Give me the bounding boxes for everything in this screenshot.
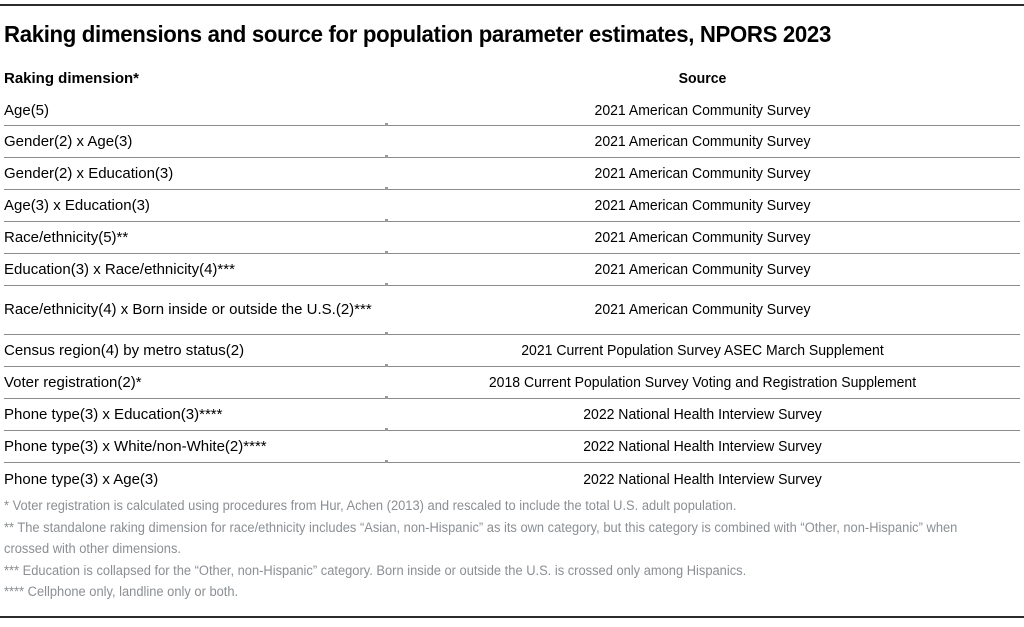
cell-source: 2022 National Health Interview Survey — [583, 405, 822, 423]
table-row: Phone type(3) x Education(3)**** 2022 Na… — [4, 399, 1020, 431]
cell-dimension: Age(3) x Education(3) — [4, 196, 150, 214]
footnote-4: **** Cellphone only, landline only or bo… — [4, 584, 239, 599]
table-row: Voter registration(2)* 2018 Current Popu… — [4, 367, 1020, 399]
table-row: Gender(2) x Age(3) 2021 American Communi… — [4, 126, 1020, 158]
cell-source: 2021 American Community Survey — [594, 101, 811, 119]
cell-dimension: Gender(2) x Education(3) — [4, 164, 174, 182]
cell-source: 2021 American Community Survey — [594, 301, 811, 318]
cell-source: 2021 American Community Survey — [594, 260, 811, 278]
table-row: Age(5) 2021 American Community Survey — [4, 96, 1020, 126]
cell-source: 2018 Current Population Survey Voting an… — [488, 373, 917, 391]
cell-dimension: Race/ethnicity(5)** — [4, 228, 129, 246]
cell-source: 2021 Current Population Survey ASEC Marc… — [521, 341, 884, 359]
footnote-2: ** The standalone raking dimension for r… — [4, 519, 958, 557]
cell-dimension: Phone type(3) x Age(3) — [4, 471, 159, 488]
table-header-row: Raking dimension* Source — [4, 70, 1020, 96]
table-row: Race/ethnicity(4) x Born inside or outsi… — [4, 286, 1020, 335]
table-row: Education(3) x Race/ethnicity(4)*** 2021… — [4, 254, 1020, 286]
cell-dimension: Phone type(3) x Education(3)**** — [4, 405, 223, 423]
cell-dimension: Phone type(3) x White/non-White(2)**** — [4, 437, 267, 455]
bottom-rule — [0, 616, 1024, 618]
cell-source: 2022 National Health Interview Survey — [583, 437, 822, 455]
cell-source: 2021 American Community Survey — [594, 164, 811, 182]
table-figure: Raking dimensions and source for populat… — [0, 0, 1024, 627]
cell-dimension: Gender(2) x Age(3) — [4, 132, 133, 150]
column-header-dimension: Raking dimension* — [4, 70, 140, 87]
cell-dimension: Census region(4) by metro status(2) — [4, 341, 245, 359]
footnotes: * Voter registration is calculated using… — [4, 495, 970, 603]
raking-dimensions-table: Raking dimension* Source Age(5) 2021 Ame… — [4, 70, 1020, 497]
cell-source: 2021 American Community Survey — [594, 132, 811, 150]
table-row: Census region(4) by metro status(2) 2021… — [4, 335, 1020, 367]
cell-source: 2021 American Community Survey — [594, 196, 811, 214]
table-row: Phone type(3) x White/non-White(2)**** 2… — [4, 431, 1020, 463]
cell-dimension: Race/ethnicity(4) x Born inside or outsi… — [4, 301, 372, 318]
table-row: Gender(2) x Education(3) 2021 American C… — [4, 158, 1020, 190]
cell-source: 2022 National Health Interview Survey — [583, 471, 822, 488]
table-row: Race/ethnicity(5)** 2021 American Commun… — [4, 222, 1020, 254]
footnote-1: * Voter registration is calculated using… — [4, 498, 737, 513]
table-row: Phone type(3) x Age(3) 2022 National Hea… — [4, 463, 1020, 497]
cell-dimension: Education(3) x Race/ethnicity(4)*** — [4, 260, 235, 278]
cell-source: 2021 American Community Survey — [594, 228, 811, 246]
page-title: Raking dimensions and source for populat… — [4, 21, 831, 47]
column-header-source: Source — [678, 70, 727, 87]
table-row: Age(3) x Education(3) 2021 American Comm… — [4, 190, 1020, 222]
top-rule — [0, 4, 1024, 6]
footnote-3: *** Education is collapsed for the “Othe… — [4, 562, 747, 578]
cell-dimension: Voter registration(2)* — [4, 373, 142, 391]
cell-dimension: Age(5) — [4, 101, 50, 119]
